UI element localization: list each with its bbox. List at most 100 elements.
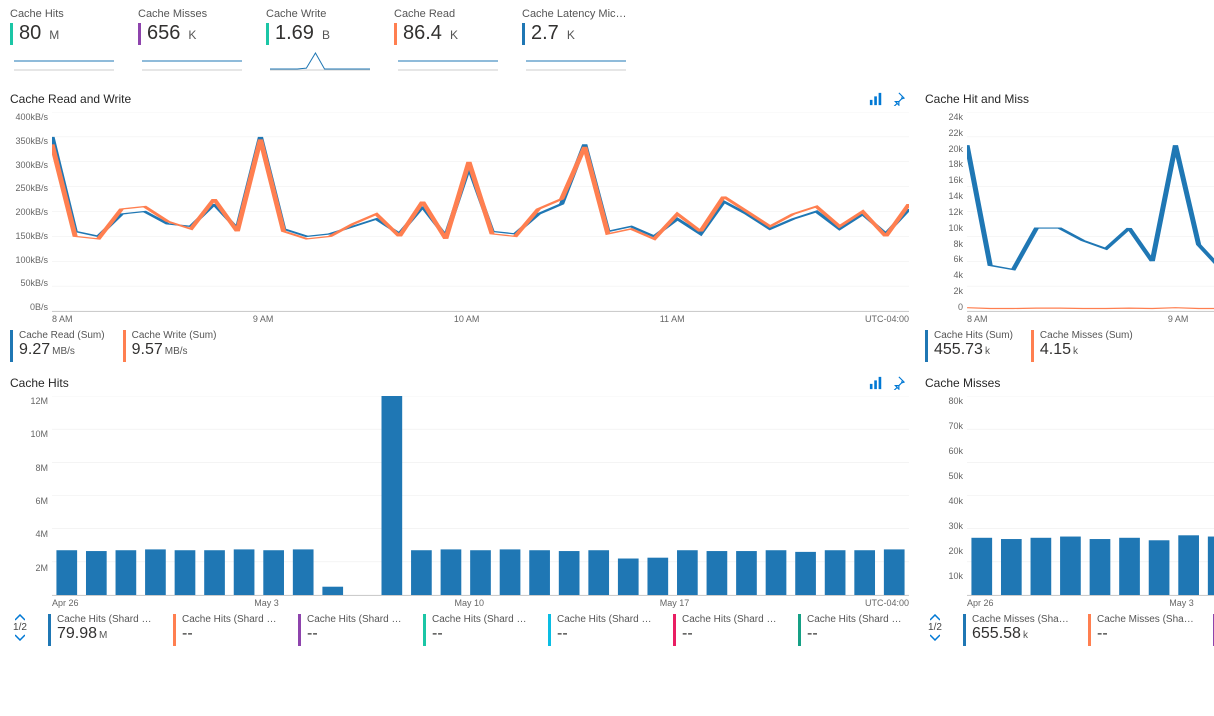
axis-label: 12M (6, 396, 48, 406)
kpi-title: Cache Latency Microsecor (522, 8, 630, 20)
legend-item[interactable]: Cache Hits (Shard 2)…-- (298, 614, 405, 646)
legend-item[interactable]: Cache Hits (Shard 1)…-- (173, 614, 280, 646)
legend-item[interactable]: Cache Hits (Shard 0)…79.98M (48, 614, 155, 646)
legend-color-bar (10, 330, 13, 362)
kpi-card[interactable]: Cache Hits80M (10, 8, 118, 74)
legend-row: 1/2 Cache Hits (Shard 0)…79.98M Cache Hits… (6, 608, 909, 646)
plot-area[interactable] (967, 112, 1214, 312)
chart-title: Cache Hit and Miss (925, 92, 1029, 106)
axis-label: 80k (921, 396, 963, 406)
kpi-value: 656 (147, 22, 180, 45)
legend-color-bar (1088, 614, 1091, 646)
legend-item[interactable]: Cache Hits (Shard 4)…-- (548, 614, 655, 646)
legend-value: -- (682, 625, 780, 643)
legend-value: 655.58k (972, 625, 1070, 643)
bar-chart-icon[interactable] (869, 376, 883, 390)
axis-label: 150kB/s (6, 231, 48, 241)
legend-item[interactable]: Cache Misses (Shard 0)…655.58k (963, 614, 1070, 646)
legend-pager: 1/2 (10, 614, 30, 641)
legend-item[interactable]: Cache Hits (Shard 5)…-- (673, 614, 780, 646)
x-axis: 8 AM9 AM10 AM11 AMUTC-04:00 (921, 312, 1214, 324)
kpi-unit: K (450, 28, 458, 42)
legend-color-bar (423, 614, 426, 646)
axis-label: 10k (921, 223, 963, 233)
axis-label: 20k (921, 144, 963, 154)
legend-name: Cache Hits (Shard 5)… (682, 614, 780, 625)
legend-value: 9.27MB/s (19, 341, 105, 359)
legend-value: -- (307, 625, 405, 643)
kpi-card[interactable]: Cache Read86.4K (394, 8, 502, 74)
legend-item[interactable]: Cache Hits (Shard 6)…-- (798, 614, 905, 646)
y-axis: 12M10M8M6M4M2M (6, 396, 52, 596)
axis-label: 300kB/s (6, 160, 48, 170)
kpi-unit: K (567, 28, 575, 42)
legend-value: -- (182, 625, 280, 643)
kpi-value: 2.7 (531, 22, 559, 45)
pin-icon[interactable] (891, 376, 905, 390)
legend-color-bar (925, 330, 928, 362)
legend-value: -- (432, 625, 530, 643)
legend-row: Cache Hits (Sum)455.73k Cache Misses (Sum… (921, 324, 1214, 362)
legend-color-bar (548, 614, 551, 646)
chart-title: Cache Hits (10, 376, 69, 390)
legend-name: Cache Misses (Sum) (1040, 330, 1133, 341)
kpi-unit: M (49, 28, 59, 42)
legend-item[interactable]: Cache Write (Sum)9.57MB/s (123, 330, 217, 362)
kpi-value: 80 (19, 22, 41, 45)
legend-color-bar (963, 614, 966, 646)
legend-item[interactable]: Cache Read (Sum)9.27MB/s (10, 330, 105, 362)
axis-label: 10k (921, 571, 963, 581)
legend-item[interactable]: Cache Hits (Shard 3)…-- (423, 614, 530, 646)
chevron-up-icon[interactable] (15, 614, 25, 622)
axis-label: 8k (921, 239, 963, 249)
legend-name: Cache Hits (Shard 4)… (557, 614, 655, 625)
chevron-down-icon[interactable] (15, 633, 25, 641)
kpi-color-bar (138, 23, 141, 45)
axis-label: May 17 (660, 598, 690, 608)
legend-value: -- (557, 625, 655, 643)
x-axis: Apr 26May 3May 10May 17UTC-04:00 (6, 596, 909, 608)
plot-area[interactable] (52, 396, 909, 596)
kpi-card[interactable]: Cache Write1.69B (266, 8, 374, 74)
legend-value: 79.98M (57, 625, 155, 643)
kpi-title: Cache Read (394, 8, 502, 20)
chart-cache-read-write: Cache Read and Write 400kB/s350kB/s300kB… (6, 90, 909, 362)
y-axis: 80k70k60k50k40k30k20k10k (921, 396, 967, 596)
axis-label: 16k (921, 175, 963, 185)
legend-name: Cache Write (Sum) (132, 330, 217, 341)
legend-item[interactable]: Cache Hits (Sum)455.73k (925, 330, 1013, 362)
axis-label: 10M (6, 429, 48, 439)
legend-name: Cache Misses (Shard 0)… (972, 614, 1070, 625)
plot-area[interactable] (967, 396, 1214, 596)
axis-label: 0 (921, 302, 963, 312)
kpi-unit: B (322, 28, 330, 42)
axis-label: 8 AM (967, 314, 988, 324)
chevron-down-icon[interactable] (930, 633, 940, 641)
axis-label: 11 AM (660, 314, 685, 324)
axis-label: 2k (921, 286, 963, 296)
pin-icon[interactable] (891, 92, 905, 106)
legend-color-bar (1031, 330, 1034, 362)
kpi-card[interactable]: Cache Misses656K (138, 8, 246, 74)
axis-label: 9 AM (1168, 314, 1189, 324)
axis-label: 10 AM (454, 314, 480, 324)
legend-name: Cache Hits (Shard 1)… (182, 614, 280, 625)
axis-label: 100kB/s (6, 255, 48, 265)
legend-item[interactable]: Cache Misses (Shard …-- (1088, 614, 1195, 646)
x-axis: Apr 26May 3May 10May 17UTC-04:00 (921, 596, 1214, 608)
kpi-card[interactable]: Cache Latency Microsecor 2.7 K (522, 8, 630, 74)
kpi-color-bar (394, 23, 397, 45)
axis-label: 4k (921, 270, 963, 280)
legend-color-bar (123, 330, 126, 362)
kpi-unit: K (188, 28, 196, 42)
y-axis: 400kB/s350kB/s300kB/s250kB/s200kB/s150kB… (6, 112, 52, 312)
axis-label: 40k (921, 496, 963, 506)
chevron-up-icon[interactable] (930, 614, 940, 622)
legend-item[interactable]: Cache Misses (Sum)4.15k (1031, 330, 1133, 362)
plot-area[interactable] (52, 112, 909, 312)
axis-label: 4M (6, 529, 48, 539)
legend-row: 1/2Cache Misses (Shard 0)…655.58kCache M… (921, 608, 1214, 646)
bar-chart-icon[interactable] (869, 92, 883, 106)
y-axis: 24k22k20k18k16k14k12k10k8k6k4k2k0 (921, 112, 967, 312)
chart-cache-misses: Cache Misses 80k70k60k50k40k30k20k10k Ap… (921, 374, 1214, 646)
